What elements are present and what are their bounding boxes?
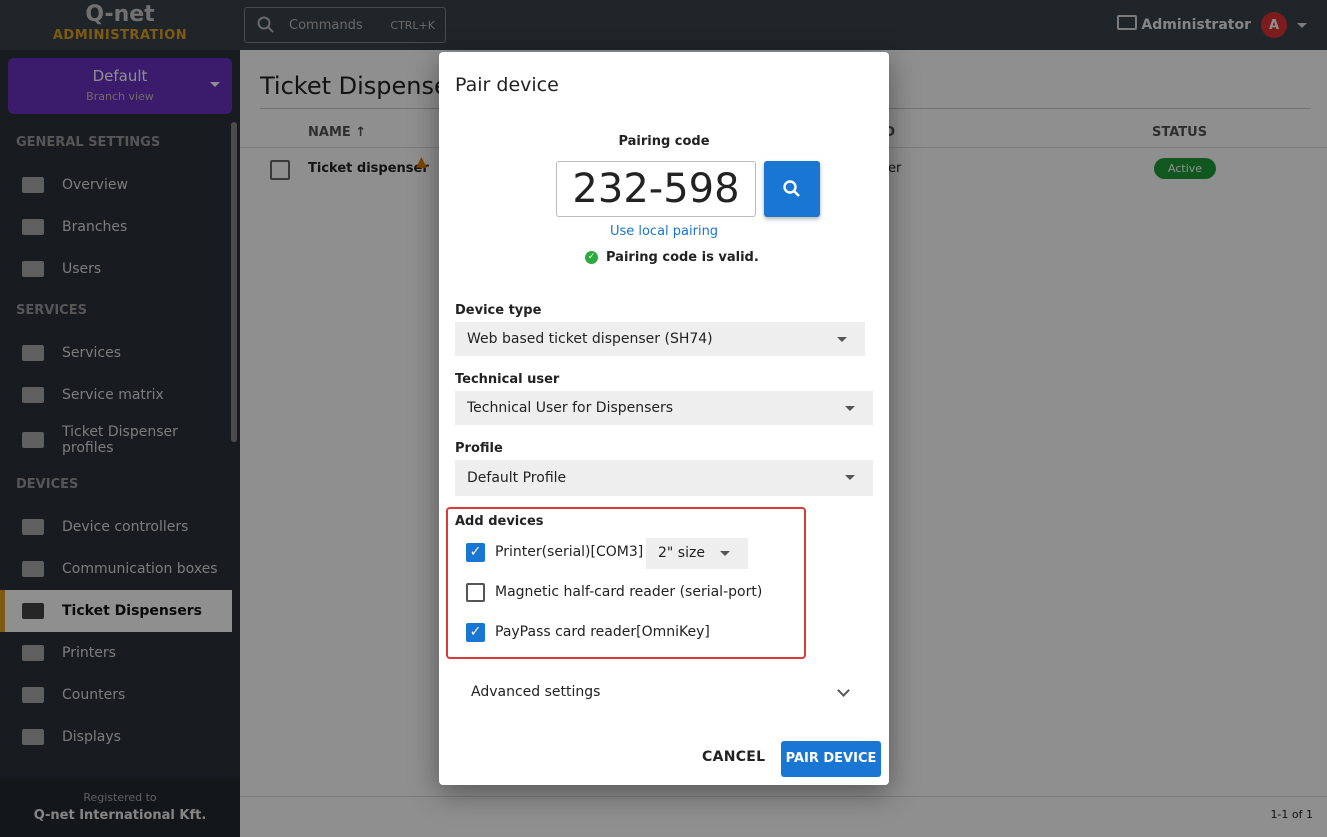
pairing-code-input[interactable]: 232-598	[556, 161, 756, 217]
profile-value: Default Profile	[467, 470, 567, 486]
cancel-button[interactable]: CANCEL	[702, 749, 765, 765]
paypass-label[interactable]: PayPass card reader[OmniKey]	[495, 624, 710, 640]
add-devices-label: Add devices	[455, 514, 544, 529]
pairing-code-label: Pairing code	[618, 134, 710, 149]
search-icon	[783, 180, 800, 197]
magnetic-reader-label[interactable]: Magnetic half-card reader (serial-port)	[495, 584, 762, 600]
printer-label[interactable]: Printer(serial)[COM3]	[495, 544, 643, 560]
paypass-checkbox[interactable]: ✓	[466, 623, 485, 642]
validation-message: ✓ Pairing code is valid.	[585, 250, 759, 265]
device-type-select[interactable]: Web based ticket dispenser (SH74)	[455, 322, 865, 356]
chevron-down-icon[interactable]	[837, 684, 850, 697]
pair-device-dialog: Pair device Pairing code 232-598 Use loc…	[439, 52, 889, 785]
tech-user-value: Technical User for Dispensers	[467, 400, 674, 416]
dialog-title: Pair device	[455, 74, 559, 96]
printer-size-value: 2" size	[658, 545, 705, 561]
check-circle-icon: ✓	[585, 251, 598, 264]
caret-down-icon	[837, 337, 847, 347]
search-code-button[interactable]	[764, 161, 820, 217]
valid-text: Pairing code is valid.	[606, 250, 759, 265]
use-local-pairing-link[interactable]: Use local pairing	[439, 224, 889, 239]
profile-select[interactable]: Default Profile	[455, 460, 873, 496]
printer-size-select[interactable]: 2" size	[646, 538, 748, 569]
tech-user-label: Technical user	[455, 372, 560, 387]
caret-down-icon	[845, 406, 855, 416]
local-pairing-text[interactable]: Use local pairing	[610, 224, 718, 239]
printer-checkbox[interactable]: ✓	[466, 543, 485, 562]
tech-user-select[interactable]: Technical User for Dispensers	[455, 391, 873, 425]
device-type-label: Device type	[455, 303, 542, 318]
caret-down-icon	[720, 551, 730, 561]
caret-down-icon	[845, 475, 855, 485]
profile-label: Profile	[455, 441, 503, 456]
advanced-settings-toggle[interactable]: Advanced settings	[471, 684, 600, 700]
magnetic-reader-checkbox[interactable]	[466, 583, 485, 602]
pair-device-button[interactable]: PAIR DEVICE	[781, 741, 881, 777]
device-type-value: Web based ticket dispenser (SH74)	[467, 331, 713, 347]
